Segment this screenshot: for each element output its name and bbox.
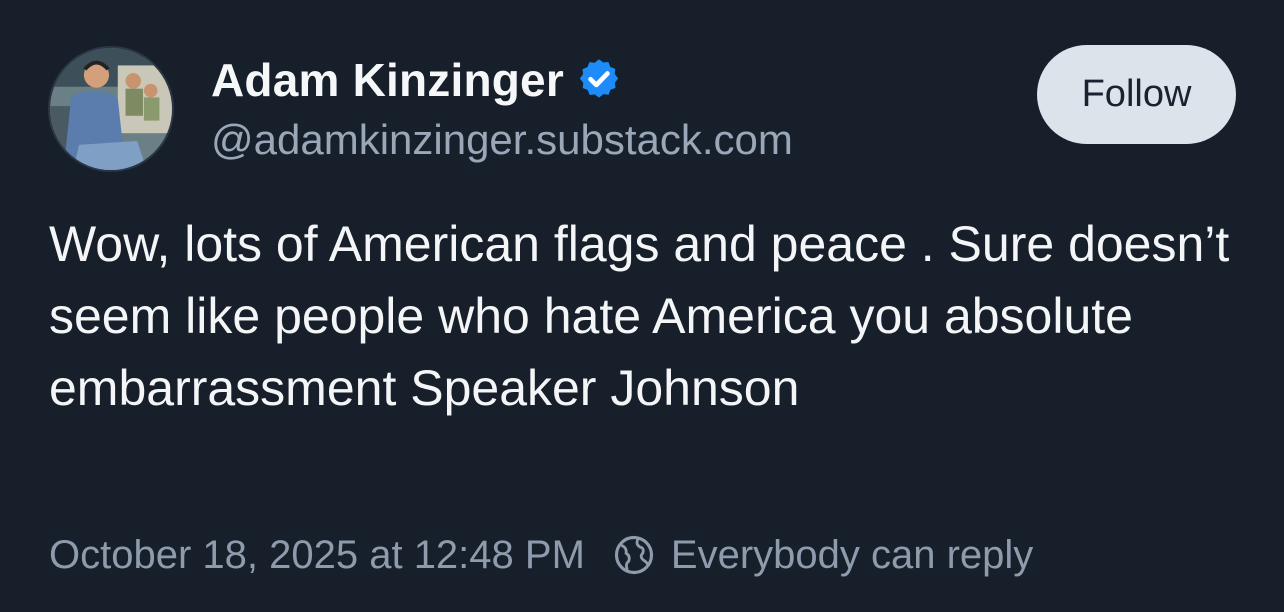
reply-setting[interactable]: Everybody can reply — [613, 533, 1033, 578]
reply-setting-label: Everybody can reply — [670, 532, 1034, 577]
author-handle[interactable]: @adamkinzinger.substack.com — [211, 116, 793, 164]
avatar[interactable] — [48, 46, 174, 172]
post-text: Wow, lots of American flags and peace . … — [49, 216, 1230, 416]
globe-icon — [613, 534, 655, 576]
author-name-row: Adam Kinzinger — [211, 52, 622, 108]
post-timestamp[interactable]: October 18, 2025 at 12:48 PM — [49, 533, 585, 578]
verified-badge-icon — [576, 57, 622, 103]
follow-button[interactable]: Follow — [1037, 45, 1236, 144]
post-meta: October 18, 2025 at 12:48 PM Everybody c… — [49, 530, 1033, 580]
post-card: Adam Kinzinger @adamkinzinger.substack.c… — [0, 0, 1284, 612]
display-name[interactable]: Adam Kinzinger — [211, 53, 564, 107]
